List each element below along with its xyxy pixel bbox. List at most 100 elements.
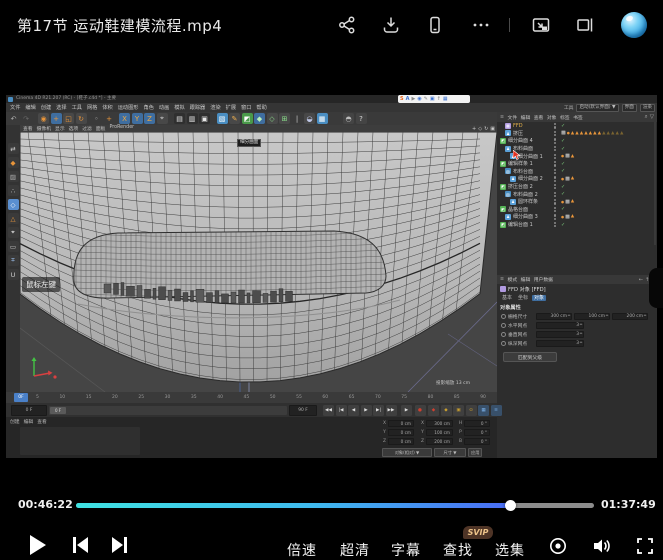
visibility-dots[interactable]	[553, 145, 557, 152]
share-icon[interactable]	[337, 15, 357, 35]
object-tags[interactable]: ✓	[561, 221, 565, 229]
transport-button[interactable]: |◀	[335, 404, 347, 416]
am-menu-item[interactable]: 编辑	[521, 276, 531, 283]
object-tree-row[interactable]: ◩ 挤压台面 2 ✓	[497, 183, 657, 191]
selection-tag-icon[interactable]: ▲	[589, 131, 592, 136]
toolbar-icon[interactable]: ◱	[63, 113, 74, 124]
texture-tag-icon[interactable]: ▩	[565, 199, 570, 205]
phong-tag-icon[interactable]: ●	[561, 200, 564, 204]
timeline-range-slider[interactable]: 0 F	[49, 405, 287, 415]
keyframe-button[interactable]: ⊙	[465, 404, 477, 416]
object-tags[interactable]: ▩ ● ▲ ▲ ▲ ▲ ▲ ▲ ▲ ▲ ▲ ▲ ▲ ▲	[561, 130, 623, 138]
texture-tag-icon[interactable]: ▩	[565, 153, 570, 159]
transport-button[interactable]: ▶▶	[385, 404, 397, 416]
object-tree-row[interactable]: ◩ 编辑台面 1 ✓	[497, 221, 657, 229]
keyframe-button[interactable]: ◆	[440, 404, 452, 416]
toolbar-icon[interactable]: ▤	[174, 113, 185, 124]
episodes-button[interactable]: 选集	[495, 540, 525, 560]
rotate-icon[interactable]: ↻	[484, 126, 488, 132]
visibility-dots[interactable]	[553, 214, 557, 220]
visibility-dots[interactable]	[553, 206, 557, 213]
selection-tag-icon[interactable]: ▲	[598, 131, 601, 136]
timeline-ruler[interactable]: 0F 5 10 15 20 25 30 35 40 45 50 55 60 65 70 75 80 85 90	[6, 392, 497, 403]
object-name[interactable]: 挤压台面 2	[508, 183, 533, 190]
selection-tag-dim-icon[interactable]: ▲	[620, 131, 623, 136]
palette-icon[interactable]: U	[7, 269, 19, 280]
side-drawer-handle[interactable]	[649, 268, 663, 308]
toolbar-icon[interactable]: ↻	[75, 113, 87, 124]
object-name[interactable]: 布料台面	[513, 168, 533, 175]
coordinate-value-field[interactable]: 0 cm	[388, 420, 414, 427]
enabled-check-icon[interactable]: ✓	[561, 184, 565, 190]
toolbar-icon[interactable]: ↶	[8, 113, 19, 124]
visibility-dots[interactable]	[553, 130, 557, 137]
menu-item[interactable]: 扩展	[226, 104, 236, 111]
object-tags[interactable]: ● ▩ ▲	[561, 175, 574, 183]
timeline-option-button[interactable]: ▦	[478, 404, 489, 416]
menu-item[interactable]: 选择	[56, 104, 66, 111]
toolbar-icon[interactable]: ◩	[241, 113, 253, 124]
menu-item[interactable]: 帮助	[256, 104, 266, 111]
object-tree-row[interactable]: ◩ 编辑样条 1 ✓	[497, 160, 657, 168]
enabled-check-icon[interactable]: ✓	[561, 168, 565, 174]
search-button[interactable]: 查找	[443, 540, 473, 560]
om-menu-item[interactable]: 对象	[547, 114, 557, 121]
palette-icon[interactable]: ▭	[7, 241, 19, 252]
selection-tag-dim-icon[interactable]: ▲	[615, 131, 618, 136]
progress-bar-fill[interactable]	[76, 503, 511, 508]
timeline-option-button[interactable]: ≡	[490, 404, 502, 416]
enabled-check-icon[interactable]: ✓	[561, 191, 565, 197]
toolbar-icon[interactable]: ▧	[216, 113, 228, 124]
object-name[interactable]: 编辑样条 1	[508, 160, 533, 167]
filter-icon[interactable]: ▽	[650, 114, 654, 120]
texture-tag-icon[interactable]: ▩	[565, 176, 570, 182]
object-tree-row[interactable]: ♟ 挤压 ▩ ● ▲ ▲ ▲ ▲ ▲ ▲ ▲ ▲ ▲ ▲ ▲ ▲	[497, 130, 657, 138]
toolbar-icon[interactable]: ◇	[266, 113, 278, 124]
om-menu-item[interactable]: 编辑	[521, 114, 531, 121]
transport-button[interactable]: ▶	[360, 404, 372, 416]
material-menu-item[interactable]: 编辑	[24, 418, 34, 425]
visibility-dots[interactable]	[553, 123, 557, 129]
palette-icon[interactable]: ⇄	[7, 143, 19, 154]
menu-item[interactable]: 体积	[102, 104, 112, 111]
timeline-current-frame[interactable]: 0F	[14, 393, 28, 402]
am-menu-item[interactable]: 模式	[508, 276, 518, 283]
selection-tag-icon[interactable]: ▲	[580, 131, 583, 136]
texture-tag-icon[interactable]: ▩	[565, 214, 570, 220]
layout-render-button[interactable]: 渲染	[639, 103, 655, 112]
download-icon[interactable]	[381, 15, 401, 35]
viewport-menu-item[interactable]: ProRender	[109, 125, 134, 132]
toolbar-icon[interactable]: ▣	[199, 113, 210, 124]
visibility-dots[interactable]	[553, 153, 557, 160]
object-name[interactable]: 细分曲面 3	[513, 213, 538, 220]
menu-item[interactable]: 渲染	[210, 104, 220, 111]
object-tags[interactable]: ✓	[561, 145, 565, 153]
phong-tag-icon[interactable]: ●	[561, 177, 564, 181]
object-tree-row[interactable]: ♟ 圆环样条 ● ▩ ▲	[497, 198, 657, 206]
palette-icon[interactable]: ⌖	[7, 227, 19, 238]
material-menu-item[interactable]: 创建	[10, 418, 20, 425]
object-tree-row[interactable]: ♟ 细分曲面 3 ● ▩ ▲	[497, 213, 657, 221]
object-tags[interactable]: ● ▩ ▲	[561, 198, 574, 206]
attribute-value-field[interactable]: 300 cm ◂▸	[536, 313, 572, 320]
coordinate-value-field[interactable]: 0 °	[464, 438, 490, 445]
viewport-menu-item[interactable]: 显示	[55, 125, 65, 132]
toolbar-icon[interactable]: ⌖	[156, 113, 168, 124]
object-name[interactable]: 细分曲面 4	[508, 137, 533, 144]
visibility-dots[interactable]	[553, 168, 557, 175]
palette-icon[interactable]: △	[7, 213, 19, 224]
object-name[interactable]: 晶格台面	[508, 206, 528, 213]
zoom-icon[interactable]: ◇	[478, 126, 482, 132]
speed-button[interactable]: 倍速	[287, 540, 317, 560]
object-tags[interactable]: ● ▩ ▲	[561, 152, 574, 160]
volume-icon[interactable]	[591, 536, 611, 560]
visibility-dots[interactable]	[553, 221, 557, 228]
object-tree-row[interactable]: ▧ 布料台面 ✓	[497, 168, 657, 176]
object-manager-tree[interactable]: ▦FFD✓♟挤压▩●▲▲▲▲▲▲▲▲▲▲▲▲◩细分曲面 4✓♟布料曲面✓♟细分曲…	[497, 122, 657, 245]
palette-icon[interactable]: ▨	[7, 171, 19, 182]
timeline-end-field[interactable]: 90 F	[289, 404, 317, 416]
attribute-tab[interactable]: 坐标	[516, 295, 530, 302]
om-menu-item[interactable]: 标签	[560, 114, 570, 121]
video-frame[interactable]: Cinema 4D R21.207 (RC) - [鞋子.c4d *] - 主要…	[6, 95, 657, 458]
toolbar-icon[interactable]: ↷	[21, 113, 32, 124]
